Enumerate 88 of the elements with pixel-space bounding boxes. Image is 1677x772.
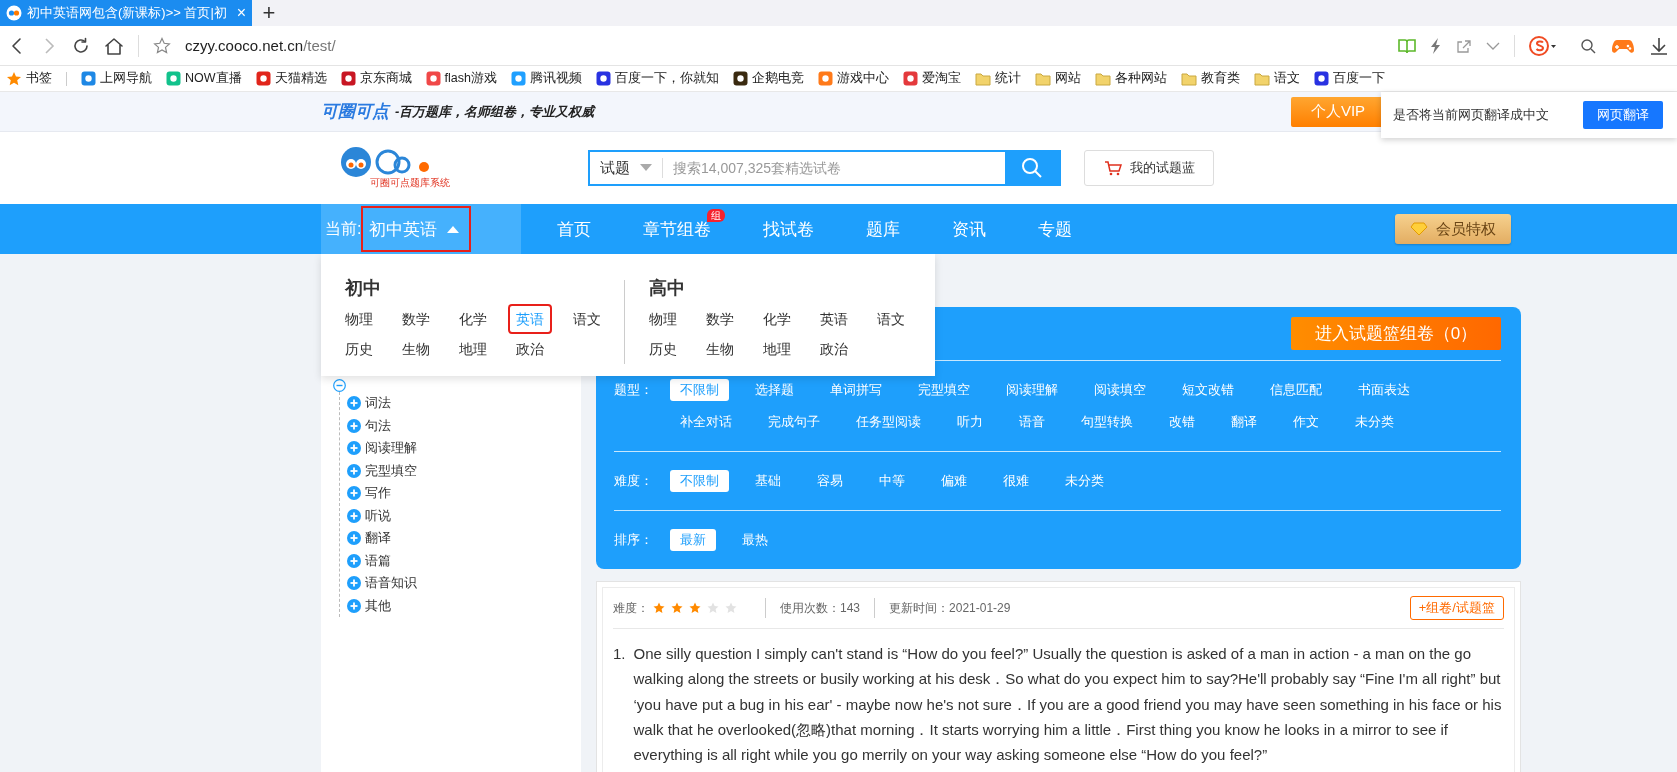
question-text: One silly question I simply can't stand is “How do you feel?” Usually the question is asked of a man in action - a man on the go walking along the streets or busily working at his desk．So what do you expect him to say?He'll probably say “Fine I'm all right” but ‘you have put a bug in his ear' - maybe now he's not sure．If you are a good friend you may have seen something in his face or his walk that he overlooked(忽略)that morning．It starts worrying him a little．First thing you know he looks in a mirror to see if everything is all right while you go merrily on your way asking someone else “How do you feel?” [633,644,1503,766]
cart-icon [1103,160,1122,176]
bookmark-link[interactable]: 统计 [974,70,1021,87]
question-number: 1. [613,644,626,664]
star-icon [689,602,701,614]
search-field[interactable]: 试题 搜索14,007,325套精选试卷 [588,150,1061,186]
subject-link[interactable]: 数学 [396,306,436,332]
collapse-icon[interactable] [333,378,346,392]
bookmark-link[interactable]: NOW直播 [166,70,242,87]
caret-icon [640,164,652,172]
bookmark-link[interactable]: 教育类 [1180,70,1240,87]
new-tab-button[interactable]: + [252,0,286,26]
lightning-icon[interactable] [1430,37,1442,54]
update-time: 更新时间：2021-01-29 [889,599,1011,617]
filter-label: 题型： [614,381,654,399]
subject-link[interactable]: 化学 [453,306,493,332]
usage-count: 使用次数：143 [780,599,861,617]
caret-up-icon [447,225,460,233]
search-icon [1021,157,1043,179]
sogou-logo-icon[interactable] [1529,35,1557,56]
subject-link[interactable]: 物理 [643,306,683,332]
subject-link[interactable]: 语文 [567,306,607,332]
address-field[interactable]: czyy.cooco.net.cn/test/ [185,37,336,54]
bookmark-link[interactable]: 企鹅电竞 [732,70,804,87]
member-button[interactable]: 会员特权 [1395,214,1511,244]
current-label: 当前: [325,218,362,239]
translate-prompt-text: 是否将当前网页翻译成中文 [1393,106,1549,124]
subject-link[interactable]: 生物 [700,336,740,362]
logo-caption: 可圈可点题库系统 [370,176,450,190]
star-icon [725,602,737,614]
new-badge: 组 [707,208,725,222]
subject-link[interactable]: 数学 [700,306,740,332]
home-icon[interactable] [104,36,124,55]
tree-item[interactable]: 完型填空 [347,459,581,482]
subject-link[interactable]: 政治 [510,336,550,362]
translate-button[interactable]: 网页翻译 [1583,101,1663,129]
subject-link[interactable]: 物理 [339,306,379,332]
tree-item[interactable]: 句法 [347,414,581,437]
bookmark-link[interactable]: 腾讯视频 [510,70,582,87]
tree-item[interactable]: 听说 [347,504,581,527]
tree-item[interactable]: 语音知识 [347,572,581,595]
group-title: 高中 [648,277,686,300]
tree-item[interactable]: 其他 [347,594,581,617]
bookmark-link[interactable]: 书签 [6,70,52,87]
reload-icon[interactable] [72,36,90,55]
download-icon[interactable] [1649,35,1669,56]
subject-link[interactable]: 历史 [339,336,379,362]
bookmark-link[interactable]: 各种网站 [1094,70,1167,87]
share-icon[interactable] [1456,37,1472,54]
subject-link[interactable]: 英语 [814,306,854,332]
bookmark-link[interactable]: 百度一下 [1313,70,1385,87]
bookmark-link[interactable]: 上网导航 [81,70,152,87]
bookmark-link[interactable]: flash游戏 [425,70,497,87]
subject-link[interactable]: 语文 [871,306,911,332]
filter-label: 排序： [614,531,654,549]
filter-label: 难度： [614,472,654,490]
chevron-down-icon[interactable] [1486,40,1500,51]
bookmark-link[interactable]: 网站 [1034,70,1081,87]
brand-name: 可圈可点 [321,101,389,123]
star-icon [707,602,719,614]
tree-item[interactable]: 翻译 [347,527,581,550]
subject-link[interactable]: 政治 [814,336,854,362]
star-icon [671,602,683,614]
book-icon[interactable] [1398,37,1416,54]
subject-link[interactable]: 生物 [396,336,436,362]
subject-link[interactable]: 地理 [757,336,797,362]
bookmark-link[interactable]: 游戏中心 [817,70,889,87]
bookmark-link[interactable]: 爱淘宝 [902,70,961,87]
bookmark-link[interactable]: 天猫精选 [255,70,327,87]
bookmark-link[interactable]: 京东商城 [340,70,412,87]
slogan: -百万题库，名师组卷，专业又权威 [395,102,595,121]
site-favicon-icon [6,5,22,21]
basket-button[interactable]: 我的试题蓝 [1084,150,1214,186]
tree-item[interactable]: 写作 [347,482,581,505]
star-icon[interactable] [153,36,171,55]
search-button[interactable] [1005,152,1059,184]
bookmark-link[interactable]: 百度一下，你就知 [595,70,719,87]
subject-link[interactable]: 历史 [643,336,683,362]
tree-item[interactable]: 词法 [347,392,581,415]
bookmark-link[interactable]: 语文 [1253,70,1300,87]
tree-item[interactable]: 阅读理解 [347,437,581,460]
difficulty-label: 难度： [613,599,649,617]
subject-link[interactable]: 化学 [757,306,797,332]
subject-link[interactable]: 地理 [453,336,493,362]
tree-item[interactable]: 语篇 [347,549,581,572]
diamond-icon [1410,222,1428,236]
group-title: 初中 [344,277,382,300]
star-icon [653,602,665,614]
